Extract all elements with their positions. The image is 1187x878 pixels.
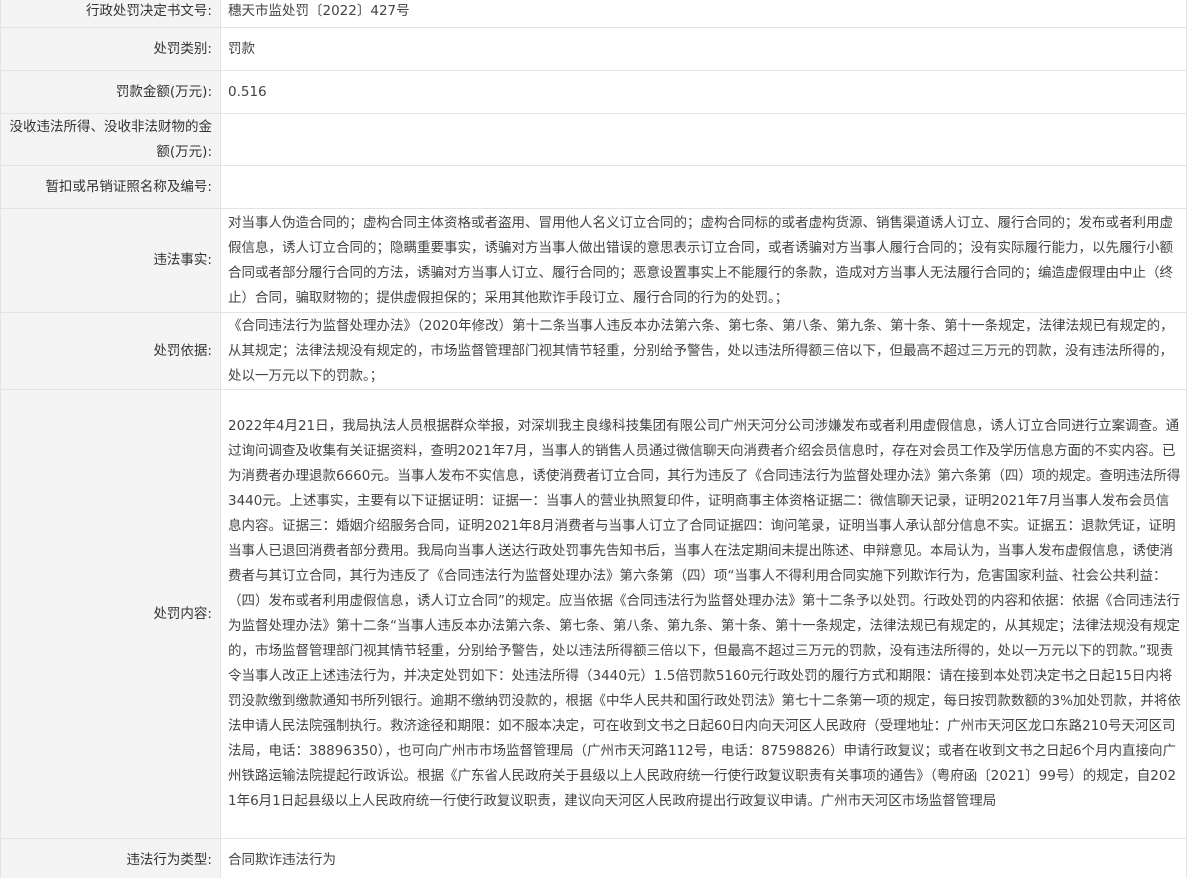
row-confiscation-amount: 没收违法所得、没收非法财物的金额(万元): [0,113,1187,166]
row-penalty-category: 处罚类别: 罚款 [0,27,1187,71]
row-fine-amount: 罚款金额(万元): 0.516 [0,70,1187,114]
value-violation-type: 合同欺诈违法行为 [220,838,1187,878]
value-decision-number: 穗天市监处罚〔2022〕427号 [220,0,1187,28]
label-penalty-category: 处罚类别: [0,27,221,71]
label-penalty-basis: 处罚依据: [0,312,221,390]
row-violation-facts: 违法事实: 对当事人伪造合同的；虚构合同主体资格或者盗用、冒用他人名义订立合同的… [0,208,1187,313]
value-penalty-basis: 《合同违法行为监督处理办法》（2020年修改）第十二条当事人违反本办法第六条、第… [220,312,1187,390]
penalty-info-table: 行政处罚决定书文号: 穗天市监处罚〔2022〕427号 处罚类别: 罚款 罚款金… [0,0,1187,878]
page: 行政处罚决定书文号: 穗天市监处罚〔2022〕427号 处罚类别: 罚款 罚款金… [0,0,1187,878]
value-confiscation-amount [220,113,1187,166]
value-license-revocation [220,165,1187,209]
value-penalty-category: 罚款 [220,27,1187,71]
value-violation-facts: 对当事人伪造合同的；虚构合同主体资格或者盗用、冒用他人名义订立合同的；虚构合同标… [220,208,1187,313]
label-license-revocation: 暂扣或吊销证照名称及编号: [0,165,221,209]
label-violation-facts: 违法事实: [0,208,221,313]
label-violation-type: 违法行为类型: [0,838,221,878]
value-penalty-content: 2022年4月21日，我局执法人员根据群众举报，对深圳我主良缘科技集团有限公司广… [220,389,1187,839]
row-license-revocation: 暂扣或吊销证照名称及编号: [0,165,1187,209]
row-decision-number: 行政处罚决定书文号: 穗天市监处罚〔2022〕427号 [0,0,1187,28]
label-fine-amount: 罚款金额(万元): [0,70,221,114]
label-penalty-content: 处罚内容: [0,389,221,839]
row-penalty-content: 处罚内容: 2022年4月21日，我局执法人员根据群众举报，对深圳我主良缘科技集… [0,389,1187,839]
label-confiscation-amount: 没收违法所得、没收非法财物的金额(万元): [0,113,221,166]
label-decision-number: 行政处罚决定书文号: [0,0,221,28]
row-penalty-basis: 处罚依据: 《合同违法行为监督处理办法》（2020年修改）第十二条当事人违反本办… [0,312,1187,390]
row-violation-type: 违法行为类型: 合同欺诈违法行为 [0,838,1187,878]
value-fine-amount: 0.516 [220,70,1187,114]
